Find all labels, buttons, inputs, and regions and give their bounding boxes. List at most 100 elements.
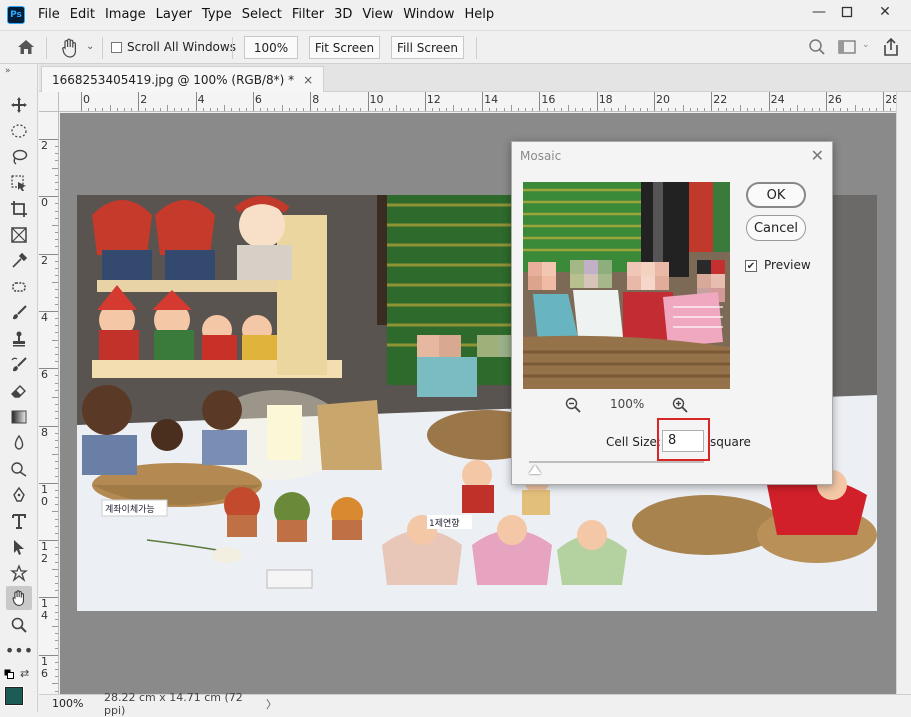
ruler-major-tick	[596, 92, 598, 111]
menu-image[interactable]: Image	[100, 0, 151, 30]
workspace-chevron-icon[interactable]: ⌄	[862, 40, 870, 50]
ruler-minor-tick	[639, 108, 641, 111]
move-tool-icon[interactable]	[6, 93, 32, 117]
close-tab-icon[interactable]: ×	[303, 73, 313, 87]
menu-file[interactable]: File	[33, 0, 65, 30]
scroll-all-windows-checkbox[interactable]	[111, 42, 122, 53]
object-selection-tool-icon[interactable]	[6, 171, 32, 195]
search-icon[interactable]	[808, 38, 826, 59]
cell-size-slider-handle[interactable]	[529, 465, 541, 474]
ruler-minor-tick	[338, 105, 340, 111]
menu-window[interactable]: Window	[398, 0, 459, 30]
menu-layer[interactable]: Layer	[151, 0, 197, 30]
ruler-minor-tick	[847, 108, 849, 111]
ok-button[interactable]: OK	[746, 182, 806, 208]
ruler-major-tick	[768, 92, 770, 111]
ruler-minor-tick	[55, 604, 58, 606]
menu-3d[interactable]: 3D	[329, 0, 357, 30]
ruler-minor-tick	[661, 108, 663, 111]
dialog-close-icon[interactable]: ✕	[811, 146, 824, 165]
maximize-icon[interactable]	[829, 0, 865, 24]
ruler-label: 8	[312, 93, 320, 106]
ruler-minor-tick	[55, 525, 58, 527]
chevron-down-icon[interactable]: ⌄	[86, 41, 94, 52]
brush-tool-icon[interactable]	[6, 301, 32, 325]
workspace-icon[interactable]	[838, 40, 858, 57]
frame-tool-icon[interactable]	[6, 223, 32, 247]
close-window-icon[interactable]: ✕	[867, 0, 903, 24]
ruler-minor-tick	[560, 108, 562, 111]
ruler-minor-tick	[417, 108, 419, 111]
fill-screen-button[interactable]: Fill Screen	[391, 36, 464, 59]
menu-filter[interactable]: Filter	[287, 0, 329, 30]
ruler-minor-tick	[646, 108, 648, 111]
hand-tool-active-icon[interactable]	[6, 586, 32, 610]
home-icon[interactable]	[17, 39, 35, 58]
horizontal-ruler[interactable]: 0246810121416182022242628	[59, 92, 896, 112]
pen-tool-icon[interactable]	[6, 483, 32, 507]
ruler-minor-tick	[503, 108, 505, 111]
ruler-minor-tick	[55, 661, 58, 663]
ruler-minor-tick	[288, 108, 290, 111]
fit-screen-button[interactable]: Fit Screen	[309, 36, 380, 59]
ruler-minor-tick	[55, 676, 58, 678]
share-icon[interactable]	[882, 37, 900, 60]
preview-checkbox[interactable]: ✔	[745, 260, 757, 272]
zoom-out-icon[interactable]	[565, 397, 581, 416]
cell-size-label: Cell Size:	[606, 435, 661, 449]
ruler-minor-tick	[55, 146, 58, 148]
menu-view[interactable]: View	[357, 0, 398, 30]
marquee-tool-icon[interactable]	[6, 119, 32, 143]
path-selection-icon[interactable]	[6, 535, 32, 559]
crop-tool-icon[interactable]	[6, 197, 32, 221]
expand-panel-icon[interactable]: »	[5, 66, 11, 76]
zoom-tool-icon[interactable]	[6, 613, 32, 637]
gradient-tool-icon[interactable]	[6, 405, 32, 429]
zoom-100-button[interactable]: 100%	[244, 36, 298, 59]
ruler-minor-tick	[510, 105, 512, 111]
menu-help[interactable]: Help	[460, 0, 500, 30]
ruler-minor-tick	[95, 108, 97, 111]
menu-edit[interactable]: Edit	[65, 0, 100, 30]
ruler-label: 1 4	[41, 597, 48, 623]
ruler-minor-tick	[55, 647, 58, 649]
ruler-minor-tick	[840, 108, 842, 111]
preview-label: Preview	[764, 258, 811, 272]
status-menu-arrow-icon[interactable]: 〉	[266, 696, 277, 712]
cancel-button[interactable]: Cancel	[746, 215, 806, 241]
foreground-color-swatch[interactable]	[4, 686, 24, 706]
ruler-origin[interactable]	[39, 92, 59, 112]
blur-tool-icon[interactable]	[6, 431, 32, 455]
ruler-minor-tick	[704, 108, 706, 111]
filter-preview[interactable]	[523, 182, 730, 389]
more-tools-icon[interactable]: •••	[5, 639, 33, 663]
default-colors-icon[interactable]	[4, 668, 14, 682]
ruler-minor-tick	[231, 108, 233, 111]
swap-colors-icon[interactable]: ⇄	[20, 667, 29, 680]
vertical-scrollbar[interactable]	[896, 92, 911, 694]
dodge-tool-icon[interactable]	[6, 457, 32, 481]
status-zoom[interactable]: 100%	[52, 697, 102, 710]
ruler-minor-tick	[274, 108, 276, 111]
ruler-minor-tick	[55, 203, 58, 205]
custom-shape-icon[interactable]	[6, 561, 32, 585]
vertical-ruler[interactable]: 2 0 2 4 6 8 1 0 1 2 1 4 1 6	[39, 112, 59, 694]
menu-bar: Ps File Edit Image Layer Type Select Filter 3D V…	[0, 0, 911, 30]
cell-size-slider-track[interactable]	[529, 461, 704, 463]
healing-brush-icon[interactable]	[6, 275, 32, 299]
zoom-in-icon[interactable]	[672, 397, 688, 416]
lasso-tool-icon[interactable]	[6, 145, 32, 169]
ruler-minor-tick	[55, 382, 58, 384]
ruler-minor-tick	[718, 108, 720, 111]
clone-stamp-icon[interactable]	[6, 327, 32, 351]
history-brush-icon[interactable]	[6, 353, 32, 377]
eraser-tool-icon[interactable]	[6, 379, 32, 403]
document-tab[interactable]: 1668253405419.jpg @ 100% (RGB/8*) * ×	[41, 66, 325, 92]
ruler-label: 1 6	[41, 654, 48, 680]
menu-type[interactable]: Type	[197, 0, 237, 30]
eyedropper-tool-icon[interactable]	[6, 249, 32, 273]
menu-select[interactable]: Select	[237, 0, 287, 30]
hand-tool-icon[interactable]	[59, 37, 81, 62]
ruler-minor-tick	[55, 217, 58, 219]
type-tool-icon[interactable]	[6, 509, 32, 533]
